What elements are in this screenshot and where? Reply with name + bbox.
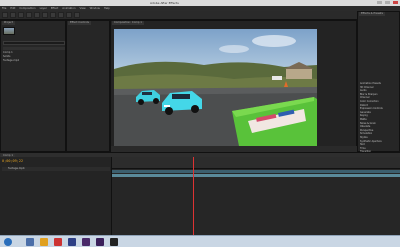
layer-list: 0;00;09;22 footage.mp4 [0,157,112,235]
layer-track-bar[interactable] [112,170,400,173]
window-title: Adobe After Effects [150,1,179,5]
clock-icon [370,238,392,246]
after-effects-icon[interactable] [96,238,104,246]
menu-view[interactable]: View [80,7,86,10]
composition-viewer[interactable] [114,29,317,146]
tools-toolbar [0,11,400,20]
layer-duration-bar[interactable] [112,174,400,177]
menu-composition[interactable]: Composition [19,7,35,10]
photoshop-icon[interactable] [68,238,76,246]
tab-effect-controls[interactable]: Effect Controls [68,21,92,25]
menu-help[interactable]: Help [104,7,110,10]
composition-panel: Composition: Comp 1 [110,20,358,153]
effects-list: Animation Presets 3D Channel Audio Blur … [360,82,400,157]
pan-behind-tool-icon[interactable] [42,12,48,18]
pen-tool-icon[interactable] [58,12,64,18]
timeline-panel: 0;00;09;22 footage.mp4 [0,157,400,235]
premiere-icon[interactable] [82,238,90,246]
footage-thumbnail [3,27,15,35]
project-item[interactable]: footage.mp4 [3,59,65,62]
menu-layer[interactable]: Layer [40,7,47,10]
minimize-button[interactable] [377,1,382,4]
start-icon[interactable] [4,238,12,246]
project-item[interactable]: Solids [3,55,65,58]
explorer-icon[interactable] [26,238,34,246]
hand-tool-icon[interactable] [10,12,16,18]
project-panel: Project Comp 1 Solids footage.mp4 [0,20,66,152]
tab-effects-presets[interactable]: Effects & Presets [359,12,385,16]
browser-icon[interactable] [54,238,62,246]
brush-tool-icon[interactable] [74,12,80,18]
video-frame [114,29,317,146]
zoom-tool-icon[interactable] [18,12,24,18]
current-timecode[interactable]: 0;00;09;22 [2,159,23,163]
rotate-tool-icon[interactable] [26,12,32,18]
mask-tool-icon[interactable] [50,12,56,18]
menu-effect[interactable]: Effect [51,7,58,10]
project-column-header [3,47,65,50]
time-ruler[interactable] [112,157,400,169]
menu-window[interactable]: Window [90,7,100,10]
tab-project[interactable]: Project [2,21,15,25]
selection-tool-icon[interactable] [2,12,8,18]
playhead[interactable] [193,157,194,235]
menu-edit[interactable]: Edit [10,7,15,10]
close-button[interactable] [393,1,398,4]
project-search-input[interactable] [3,41,65,45]
layer-row[interactable]: footage.mp4 [2,167,110,171]
camera-tool-icon[interactable] [34,12,40,18]
window-controls [377,1,398,4]
media-player-icon[interactable] [110,238,118,246]
project-item[interactable]: Comp 1 [3,51,65,54]
menu-file[interactable]: File [2,7,6,10]
maximize-button[interactable] [385,1,390,4]
tab-composition[interactable]: Composition: Comp 1 [112,21,144,25]
folder-icon[interactable] [40,238,48,246]
effect-controls-panel: Effect Controls [66,20,110,152]
effects-presets-panel: Effects & Presets Animation Presets 3D C… [357,11,400,157]
text-tool-icon[interactable] [66,12,72,18]
os-taskbar [0,235,400,247]
menu-animation[interactable]: Animation [62,7,75,10]
